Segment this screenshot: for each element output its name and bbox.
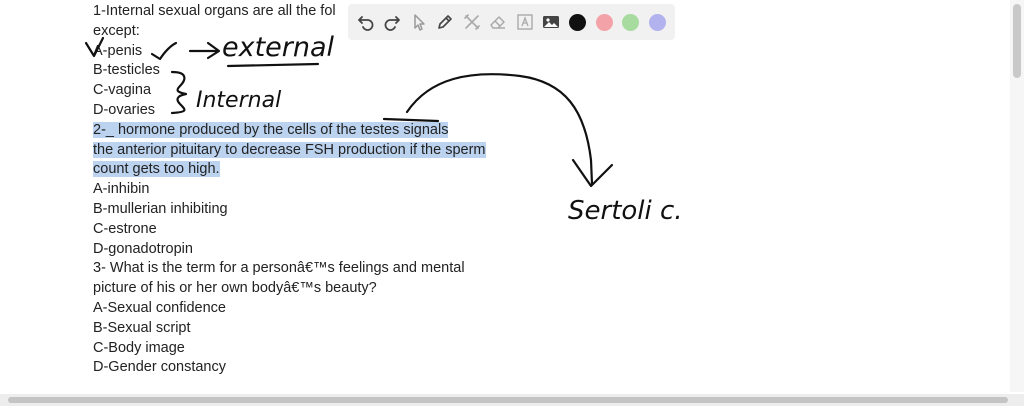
color-swatch-black[interactable] xyxy=(566,11,589,34)
q3-line: picture of his or her own bodyâ€™s beaut… xyxy=(93,280,377,297)
eraser-icon[interactable] xyxy=(487,11,510,34)
question-text: 1-Internal sexual organs are all the fol… xyxy=(93,2,553,378)
redo-icon[interactable] xyxy=(381,11,404,34)
pen-icon[interactable] xyxy=(434,11,457,34)
q2-line: count gets too high. xyxy=(93,160,553,180)
q2-option: C-estrone xyxy=(93,220,157,237)
pointer-icon[interactable] xyxy=(407,11,430,34)
image-icon[interactable] xyxy=(540,11,563,34)
q3-option: C-Body image xyxy=(93,339,185,356)
tools-icon[interactable] xyxy=(460,11,483,34)
q2-line: 2-_ hormone produced by the cells of the… xyxy=(93,121,553,141)
color-swatch-pink[interactable] xyxy=(593,11,616,34)
q1-option: D-ovaries xyxy=(93,101,156,118)
q2-option: B-mullerian inhibiting xyxy=(93,200,228,217)
highlighted-text: 2-_ hormone produced by the cells of the… xyxy=(93,121,449,138)
undo-icon[interactable] xyxy=(354,11,377,34)
q3-option: A-Sexual confidence xyxy=(93,299,226,316)
highlighted-text: the anterior pituitary to decrease FSH p… xyxy=(93,141,486,158)
q3-option: B-Sexual script xyxy=(93,319,191,336)
q3-line: 3- What is the term for a personâ€™s fee… xyxy=(93,260,465,277)
vertical-scrollbar[interactable] xyxy=(1010,0,1024,392)
q2-option: D-gonadotropin xyxy=(93,240,193,257)
text-icon[interactable] xyxy=(513,11,536,34)
whiteboard-canvas[interactable]: 1-Internal sexual organs are all the fol… xyxy=(0,0,1024,406)
horizontal-scrollbar[interactable] xyxy=(0,394,1024,406)
q1-option: A-penis xyxy=(93,42,143,59)
scrollbar-thumb[interactable] xyxy=(8,397,1008,403)
color-swatch-purple[interactable] xyxy=(646,11,669,34)
annotation-sertoli: Sertoli c. xyxy=(568,196,683,226)
highlighted-text: count gets too high. xyxy=(93,161,220,178)
q2-option: A-inhibin xyxy=(93,181,150,198)
arrow-stroke xyxy=(571,158,614,188)
q1-option: B-testicles xyxy=(93,62,160,79)
q3-option: D-Gender constancy xyxy=(93,359,226,376)
color-swatch-green[interactable] xyxy=(619,11,642,34)
q1-option: C-vagina xyxy=(93,82,152,99)
scrollbar-thumb[interactable] xyxy=(1013,4,1021,78)
drawing-toolbar xyxy=(348,4,675,40)
q2-line: the anterior pituitary to decrease FSH p… xyxy=(93,141,553,161)
